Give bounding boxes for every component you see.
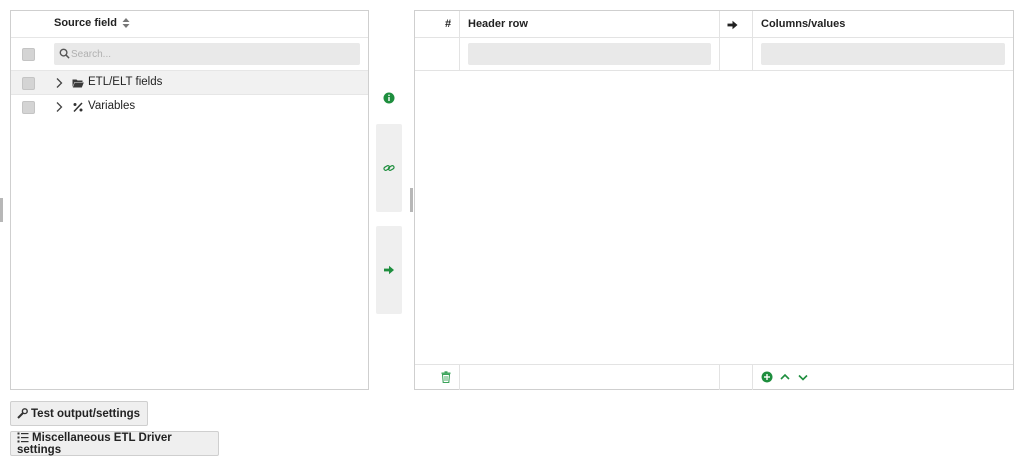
- tree-item-checkbox[interactable]: [22, 77, 35, 90]
- tree-item-variables[interactable]: Variables: [11, 95, 368, 120]
- tree-item-label: ETL/ELT fields: [88, 76, 163, 88]
- column-divider: [459, 365, 460, 390]
- header-row-input[interactable]: [468, 43, 711, 65]
- left-resize-handle[interactable]: [0, 198, 3, 222]
- test-output-settings-button[interactable]: Test output/settings: [10, 401, 148, 426]
- mapping-table-header: # Header row Columns/values: [415, 11, 1013, 38]
- link-icon: [383, 165, 395, 171]
- search-row: [11, 37, 368, 70]
- move-right-button[interactable]: [376, 226, 402, 314]
- etl-field-mapping-screen: Source field Search... ETL/ELT fields Va…: [0, 0, 1036, 462]
- test-output-settings-label: Test output/settings: [31, 407, 141, 420]
- wrench-icon: [17, 407, 28, 419]
- header-row-column-header: Header row: [468, 18, 528, 30]
- mapping-table: # Header row Columns/values: [414, 10, 1014, 390]
- source-field-title: Source field: [54, 17, 117, 29]
- index-column-header: #: [445, 18, 452, 30]
- table-row: [415, 38, 1013, 71]
- link-fields-button[interactable]: [376, 124, 402, 212]
- search-icon: [59, 48, 70, 59]
- chevron-right-icon[interactable]: [54, 101, 64, 113]
- column-divider: [719, 11, 720, 71]
- info-icon[interactable]: [383, 92, 395, 104]
- column-divider: [459, 11, 460, 71]
- source-field-panel: Source field Search... ETL/ELT fields Va…: [10, 10, 369, 390]
- tree-item-checkbox[interactable]: [22, 101, 35, 114]
- folder-open-icon: [72, 79, 84, 88]
- percent-icon: [73, 102, 83, 113]
- mapping-table-footer: [415, 364, 1013, 390]
- search-box: [54, 43, 360, 65]
- column-divider: [719, 365, 720, 390]
- select-all-checkbox[interactable]: [22, 48, 35, 61]
- sort-icon[interactable]: [122, 18, 130, 29]
- list-settings-icon: [17, 432, 29, 443]
- chevron-up-icon[interactable]: [779, 371, 791, 383]
- panel-resize-handle[interactable]: [410, 188, 413, 212]
- arrow-right-icon: [384, 265, 394, 275]
- add-circle-icon[interactable]: [761, 371, 773, 383]
- column-divider: [752, 365, 753, 390]
- column-divider: [752, 11, 753, 71]
- trash-icon[interactable]: [441, 371, 451, 383]
- columns-values-column-header: Columns/values: [761, 18, 846, 30]
- arrow-right-icon: [727, 20, 738, 30]
- tree-item-etl-elt-fields[interactable]: ETL/ELT fields: [11, 70, 368, 95]
- source-field-header[interactable]: Source field: [11, 11, 368, 37]
- misc-etl-driver-settings-label: Miscellaneous ETL Driver settings: [17, 432, 172, 456]
- chevron-right-icon[interactable]: [54, 77, 64, 89]
- chevron-down-icon[interactable]: [797, 371, 809, 383]
- search-input[interactable]: [71, 45, 351, 63]
- tree-item-label: Variables: [88, 100, 136, 112]
- columns-values-input[interactable]: [761, 43, 1005, 65]
- misc-etl-driver-settings-button[interactable]: Miscellaneous ETL Driver settings: [10, 431, 219, 456]
